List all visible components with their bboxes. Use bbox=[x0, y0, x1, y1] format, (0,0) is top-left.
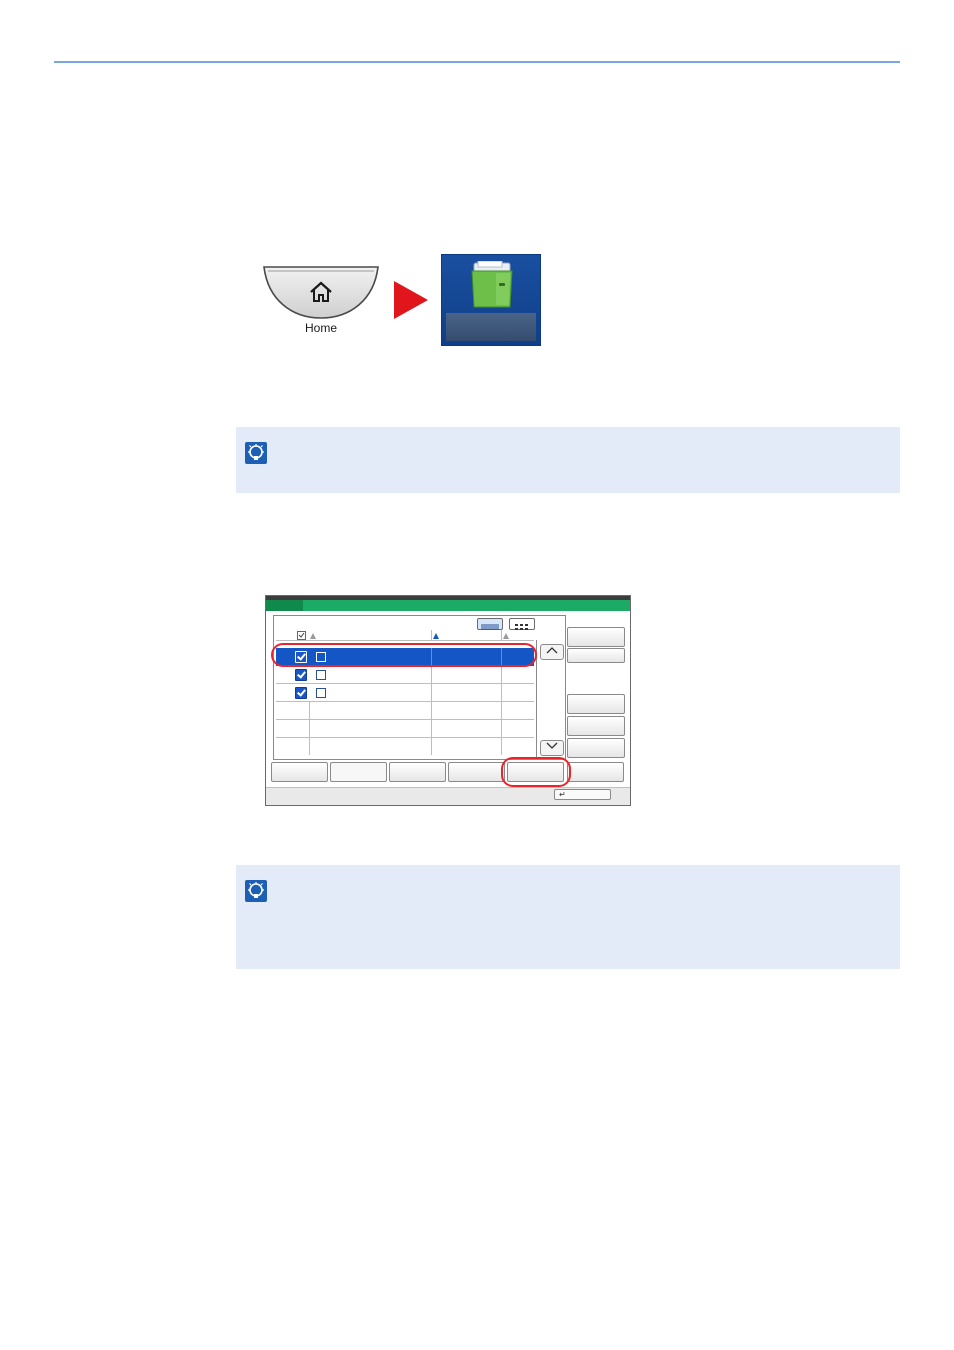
document-box-icon bbox=[471, 261, 513, 308]
side-button[interactable] bbox=[567, 716, 625, 736]
column-divider bbox=[431, 720, 432, 737]
bottom-button[interactable] bbox=[389, 762, 446, 782]
thumbnail-view-button[interactable] bbox=[509, 618, 535, 630]
sort-name-icon[interactable] bbox=[310, 633, 316, 639]
side-button[interactable] bbox=[567, 694, 625, 714]
scroll-up-button[interactable] bbox=[540, 644, 564, 660]
scroll-down-button[interactable] bbox=[540, 740, 564, 756]
list-view-button[interactable] bbox=[476, 618, 503, 630]
list-row[interactable] bbox=[276, 738, 534, 755]
side-button[interactable] bbox=[567, 738, 625, 758]
list-header-row bbox=[276, 630, 534, 641]
header-rule bbox=[54, 61, 900, 63]
column-divider bbox=[431, 702, 432, 719]
column-divider bbox=[431, 684, 432, 701]
list-scrollbar[interactable] bbox=[536, 640, 565, 758]
column-divider bbox=[501, 702, 502, 719]
document-icon bbox=[316, 688, 326, 698]
column-divider bbox=[501, 684, 502, 701]
document-icon bbox=[316, 670, 326, 680]
enter-icon: ↵ bbox=[559, 790, 566, 799]
list-row[interactable] bbox=[276, 702, 534, 720]
bottom-button[interactable] bbox=[448, 762, 505, 782]
file-list bbox=[273, 615, 566, 760]
column-divider bbox=[501, 630, 502, 640]
arrow-right-icon bbox=[394, 281, 428, 319]
document-box-tile[interactable] bbox=[441, 254, 541, 346]
note-icon bbox=[245, 880, 267, 902]
row-checkbox[interactable] bbox=[295, 669, 307, 681]
bottom-button[interactable] bbox=[330, 762, 387, 782]
column-divider bbox=[431, 738, 432, 755]
list-row[interactable] bbox=[276, 684, 534, 702]
home-key-label: Home bbox=[304, 321, 337, 335]
chevron-down-icon bbox=[546, 742, 558, 749]
column-divider bbox=[309, 702, 310, 719]
select-all-checkbox[interactable] bbox=[297, 631, 307, 640]
row-checkbox[interactable] bbox=[295, 687, 307, 699]
side-button[interactable] bbox=[567, 648, 625, 663]
chevron-up-icon bbox=[546, 647, 558, 654]
highlight-ring-button bbox=[501, 757, 571, 787]
bottom-button[interactable] bbox=[567, 762, 624, 782]
panel-header-tab bbox=[266, 600, 303, 611]
tile-label-bar bbox=[446, 313, 536, 341]
column-divider bbox=[501, 738, 502, 755]
operation-panel-screenshot: ↵ bbox=[265, 595, 631, 806]
note-icon bbox=[245, 442, 267, 464]
column-divider bbox=[309, 720, 310, 737]
home-key[interactable]: Home bbox=[262, 262, 380, 342]
sort-date-icon[interactable] bbox=[433, 633, 439, 639]
note-box bbox=[236, 427, 900, 493]
enter-button[interactable]: ↵ bbox=[554, 789, 611, 800]
column-divider bbox=[501, 666, 502, 683]
column-divider bbox=[309, 738, 310, 755]
column-divider bbox=[501, 720, 502, 737]
note-box bbox=[236, 865, 900, 969]
bottom-button[interactable] bbox=[271, 762, 328, 782]
highlight-ring-row bbox=[271, 643, 537, 667]
column-divider bbox=[431, 630, 432, 640]
sort-size-icon[interactable] bbox=[503, 633, 509, 639]
list-row[interactable] bbox=[276, 720, 534, 738]
side-button[interactable] bbox=[567, 627, 625, 647]
column-divider bbox=[431, 666, 432, 683]
list-row[interactable] bbox=[276, 666, 534, 684]
home-key-shape bbox=[263, 266, 379, 319]
panel-header bbox=[266, 600, 630, 611]
